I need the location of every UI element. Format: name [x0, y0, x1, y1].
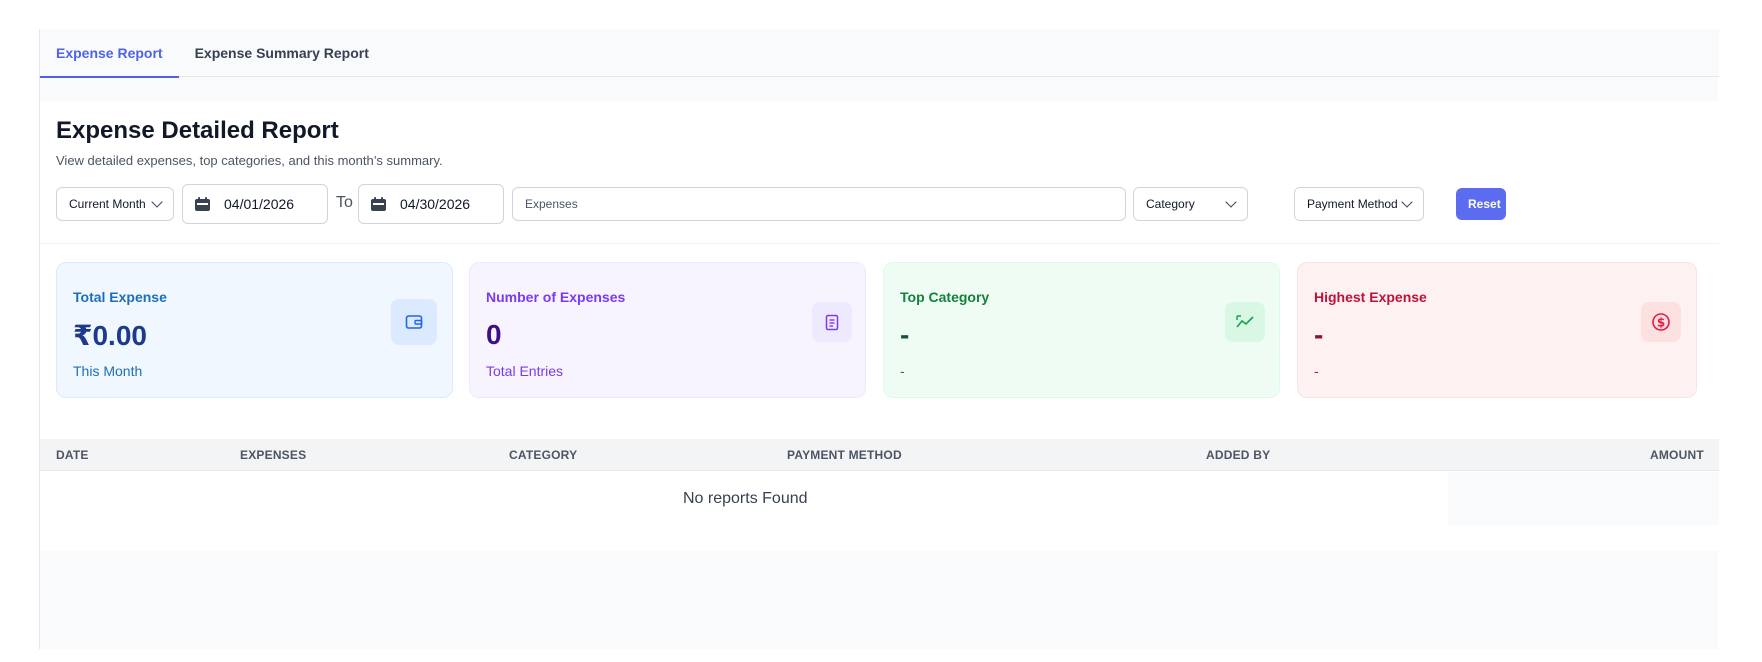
- expense-search-input[interactable]: [512, 187, 1126, 221]
- period-select-value: Current Month: [69, 197, 146, 211]
- tab-expense-report[interactable]: Expense Report: [40, 29, 179, 78]
- calendar-icon: [195, 197, 210, 211]
- card-subtext: This Month: [73, 363, 143, 379]
- column-header-expenses[interactable]: EXPENSES: [240, 448, 306, 462]
- column-header-date[interactable]: DATE: [56, 448, 89, 462]
- card-label: Highest Expense: [1314, 289, 1427, 305]
- to-date-input[interactable]: 04/30/2026: [358, 184, 504, 224]
- receipt-icon: [812, 302, 852, 342]
- reset-button[interactable]: Reset: [1456, 188, 1506, 220]
- category-select[interactable]: Category: [1133, 187, 1248, 221]
- table-footer-spacer: [40, 527, 1719, 551]
- top-category-card: Top Category - -: [883, 262, 1280, 398]
- column-header-added-by[interactable]: ADDED BY: [1206, 448, 1270, 462]
- total-expense-card: Total Expense ₹0.00 This Month: [56, 262, 453, 398]
- highest-expense-card: Highest Expense - - $: [1297, 262, 1697, 398]
- report-tabs: Expense Report Expense Summary Report: [40, 29, 1719, 78]
- dollar-icon: $: [1641, 302, 1681, 342]
- wallet-icon: [391, 299, 437, 345]
- card-subtext: Total Entries: [486, 363, 564, 379]
- card-label: Number of Expenses: [486, 289, 626, 305]
- from-date-input[interactable]: 04/01/2026: [182, 184, 328, 224]
- column-header-payment-method[interactable]: PAYMENT METHOD: [787, 448, 902, 462]
- tab-expense-summary-report[interactable]: Expense Summary Report: [179, 29, 385, 77]
- chevron-down-icon: [151, 196, 163, 208]
- table-empty-row: No reports Found: [40, 472, 1719, 527]
- table-header: DATE EXPENSES CATEGORY PAYMENT METHOD AD…: [40, 439, 1719, 471]
- payment-method-select-value: Payment Method: [1307, 197, 1398, 211]
- period-select[interactable]: Current Month: [56, 187, 174, 221]
- report-container: Expense Report Expense Summary Report Ex…: [39, 29, 1719, 649]
- chevron-down-icon: [1401, 196, 1413, 208]
- divider: [40, 243, 1719, 244]
- card-label: Top Category: [900, 289, 990, 305]
- card-subtext: -: [1314, 363, 1319, 379]
- column-header-category[interactable]: CATEGORY: [509, 448, 577, 462]
- category-select-value: Category: [1146, 197, 1195, 211]
- card-value: -: [900, 319, 910, 350]
- to-date-value: 04/30/2026: [400, 196, 471, 212]
- calendar-icon: [371, 197, 386, 211]
- payment-method-select[interactable]: Payment Method: [1294, 187, 1424, 221]
- empty-message: No reports Found: [683, 490, 808, 507]
- card-value: -: [1314, 319, 1324, 350]
- svg-text:$: $: [1657, 316, 1665, 330]
- page-title: Expense Detailed Report: [56, 117, 339, 144]
- trend-icon: [1225, 302, 1265, 342]
- page-subtitle: View detailed expenses, top categories, …: [56, 153, 443, 168]
- chevron-down-icon: [1225, 196, 1237, 208]
- card-value: 0: [486, 319, 502, 350]
- card-subtext: -: [900, 363, 905, 379]
- from-date-value: 04/01/2026: [224, 196, 295, 212]
- number-of-expenses-card: Number of Expenses 0 Total Entries: [469, 262, 866, 398]
- to-label: To: [336, 194, 353, 211]
- column-header-amount[interactable]: AMOUNT: [1650, 448, 1704, 462]
- card-label: Total Expense: [73, 289, 167, 305]
- filter-bar: Current Month 04/01/2026 To 04/30/2026 C…: [56, 184, 1716, 224]
- card-value: ₹0.00: [73, 320, 147, 351]
- amount-cell: [1448, 472, 1719, 525]
